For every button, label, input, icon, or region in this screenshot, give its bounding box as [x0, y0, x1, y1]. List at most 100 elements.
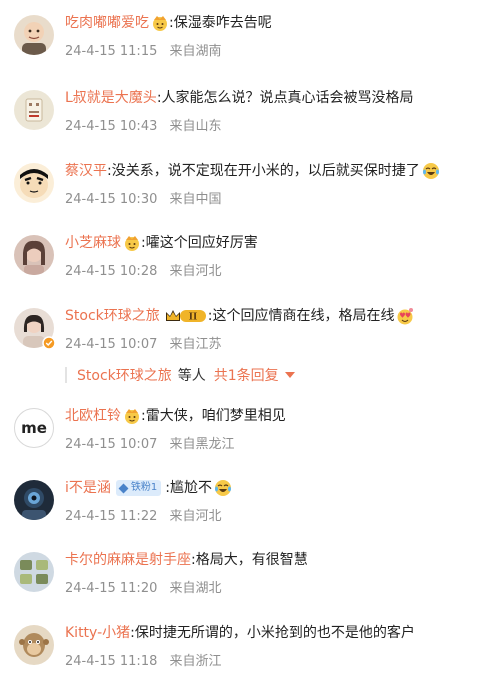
vip-badge: II [164, 307, 208, 325]
divider [65, 367, 67, 383]
username[interactable]: i不是涵 [65, 477, 111, 499]
comment-meta: 24-4-15 11:20 来自湖北 [65, 577, 222, 596]
verified-icon [42, 336, 56, 350]
comment-time: 11:18 [119, 654, 158, 669]
crown-emoji-icon [125, 409, 139, 424]
comment-date: 24-4-15 [65, 337, 116, 352]
comment-meta: 24-4-15 10:28 来自河北 [65, 260, 222, 279]
comment-item: 小芝麻球 : 嚯这个回应好厉害 24-4-15 10:28 来自河北 [0, 232, 480, 282]
comment-item: 吃肉嘟嘟爱吃 : 保湿泰咋去告呢 24-4-15 11:15 来自湖南 [0, 12, 480, 62]
comment-line: 小芝麻球 : 嚯这个回应好厉害 [65, 232, 472, 254]
comment-time: 10:43 [119, 119, 158, 134]
comment-line: Kitty-小猪 : 保时捷无所谓的，小米抢到的也不是他的客户 [65, 622, 472, 644]
fan-badge: 铁粉1 [115, 480, 162, 496]
comment-location: 来自中国 [169, 192, 222, 207]
comment-location: 来自湖南 [169, 44, 222, 59]
comment-location: 来自山东 [169, 119, 222, 134]
comment-item: i不是涵 铁粉1 : 尴尬不 24-4-15 11:22 来自河北 [0, 477, 480, 527]
comment-text: 人家能怎么说？说点真心话会被骂没格局 [161, 90, 414, 106]
comment-time: 11:22 [119, 509, 158, 524]
comment-location: 来自浙江 [169, 654, 222, 669]
love-emoji-icon [397, 308, 414, 325]
comment-time: 11:15 [119, 44, 158, 59]
avatar-image [14, 480, 54, 520]
username[interactable]: 北欧杠铃 [65, 405, 121, 427]
comment-location: 来自河北 [169, 264, 222, 279]
laugh-cry-emoji-icon [422, 163, 439, 179]
username[interactable]: 吃肉嘟嘟爱吃 [65, 12, 149, 34]
comment-date: 24-4-15 [65, 581, 116, 596]
avatar[interactable] [14, 552, 54, 592]
avatar-image [14, 625, 54, 665]
caret-down-icon[interactable] [284, 372, 295, 378]
crown-icon: II [165, 310, 206, 323]
avatar[interactable] [14, 235, 54, 275]
comment-item: L叔就是大魔头 : 人家能怎么说？说点真心话会被骂没格局 24-4-15 10:… [0, 87, 480, 137]
comment-line: L叔就是大魔头 : 人家能怎么说？说点真心话会被骂没格局 [65, 87, 472, 109]
comment-item: 蔡汉平 : 没关系，说不定现在开小米的，以后就买保时捷了 24-4-15 10:… [0, 160, 480, 210]
comment-text: 尴尬不 [169, 480, 212, 496]
comment-location: 来自湖北 [169, 581, 222, 596]
comment-line: 蔡汉平 : 没关系，说不定现在开小米的，以后就买保时捷了 [65, 160, 472, 182]
avatar-image [14, 163, 54, 203]
avatar[interactable]: me [14, 408, 54, 448]
avatar[interactable] [14, 625, 54, 665]
comment-line: 卡尔的麻麻是射手座 : 格局大，有很智慧 [65, 549, 472, 571]
comment-meta: 24-4-15 10:30 来自中国 [65, 188, 222, 207]
comment-location: 来自黑龙江 [169, 437, 235, 452]
comment-date: 24-4-15 [65, 509, 116, 524]
sub-reply-suffix: 等人 [177, 368, 206, 384]
comment-text: 保湿泰咋去告呢 [173, 15, 272, 31]
comment-list: 吃肉嘟嘟爱吃 : 保湿泰咋去告呢 24-4-15 11:15 来自湖南 L叔就是… [0, 0, 480, 679]
sub-reply-username[interactable]: Stock环球之旅 [77, 365, 172, 385]
comment-text: 格局大，有很智慧 [195, 552, 308, 568]
comment-text: 这个回应情商在线，格局在线 [212, 308, 395, 324]
avatar[interactable] [14, 480, 54, 520]
username[interactable]: 蔡汉平 [65, 160, 107, 182]
comment-time: 10:30 [119, 192, 158, 207]
username[interactable]: Kitty-小猪 [65, 622, 130, 644]
username[interactable]: 小芝麻球 [65, 232, 121, 254]
comment-date: 24-4-15 [65, 437, 116, 452]
avatar[interactable] [14, 15, 54, 55]
comment-date: 24-4-15 [65, 44, 116, 59]
username[interactable]: 卡尔的麻麻是射手座 [65, 549, 191, 571]
sub-reply-count[interactable]: 共1条回复 [214, 365, 279, 385]
comment-time: 11:20 [119, 581, 158, 596]
crown-emoji-icon [153, 16, 167, 31]
comment-time: 10:07 [119, 437, 158, 452]
comment-meta: 24-4-15 11:22 来自河北 [65, 505, 222, 524]
comment-date: 24-4-15 [65, 264, 116, 279]
avatar[interactable] [14, 163, 54, 203]
avatar-image [14, 90, 54, 130]
avatar-image [14, 552, 54, 592]
comment-meta: 24-4-15 11:18 来自浙江 [65, 650, 222, 669]
comment-item: Kitty-小猪 : 保时捷无所谓的，小米抢到的也不是他的客户 24-4-15 … [0, 622, 480, 672]
comment-date: 24-4-15 [65, 119, 116, 134]
comment-time: 10:28 [119, 264, 158, 279]
comment-text: 没关系，说不定现在开小米的，以后就买保时捷了 [111, 163, 420, 179]
comment-meta: 24-4-15 10:43 来自山东 [65, 115, 222, 134]
avatar-text: me [21, 419, 47, 437]
avatar-image [14, 15, 54, 55]
username[interactable]: L叔就是大魔头 [65, 87, 157, 109]
comment-line: Stock环球之旅 II : 这个回应情商在线，格局在线 [65, 305, 472, 327]
comment-item: Stock环球之旅 II : 这个回应情商在线，格局在线 24-4-15 10:… [0, 305, 480, 355]
comment-line: 北欧杠铃 : 雷大侠，咱们梦里相见 [65, 405, 472, 427]
diamond-icon [118, 483, 129, 493]
comment-text: 雷大侠，咱们梦里相见 [145, 408, 286, 424]
comment-line: i不是涵 铁粉1 : 尴尬不 [65, 477, 472, 499]
comment-line: 吃肉嘟嘟爱吃 : 保湿泰咋去告呢 [65, 12, 472, 34]
laugh-cry-emoji-icon [214, 480, 231, 496]
avatar[interactable] [14, 90, 54, 130]
avatar[interactable] [14, 308, 56, 350]
comment-location: 来自河北 [169, 509, 222, 524]
comment-item: me 北欧杠铃 : 雷大侠，咱们梦里相见 24-4-15 10:07 来自黑龙江 [0, 405, 480, 455]
username[interactable]: Stock环球之旅 [65, 305, 160, 327]
comment-text: 保时捷无所谓的，小米抢到的也不是他的客户 [134, 625, 415, 641]
comment-meta: 24-4-15 11:15 来自湖南 [65, 40, 222, 59]
sub-reply-row[interactable]: Stock环球之旅 等人 共1条回复 [65, 364, 295, 386]
comment-time: 10:07 [119, 337, 158, 352]
comment-location: 来自江苏 [169, 337, 222, 352]
comment-text: 嚯这个回应好厉害 [145, 235, 258, 251]
